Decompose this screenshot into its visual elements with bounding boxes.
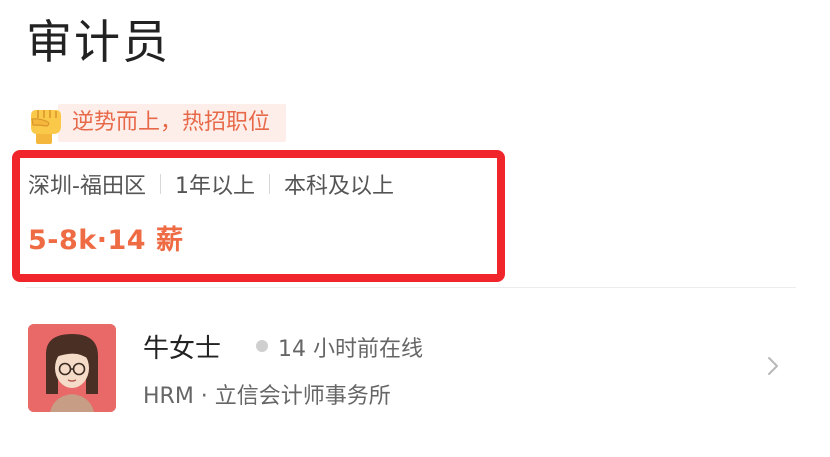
online-dot-icon	[256, 340, 268, 352]
chevron-right-icon[interactable]	[762, 352, 784, 380]
recruiter-name: 牛女士	[143, 334, 222, 364]
recruiter-card[interactable]: 牛女士 14 小时前在线 HRM · 立信会计师事务所	[0, 300, 830, 440]
raised-fist-icon	[31, 110, 61, 144]
job-title: 审计员	[26, 15, 170, 69]
job-education: 本科及以上	[283, 174, 394, 199]
promo-label: 逆势而上，热招职位	[58, 104, 287, 142]
avatar-illustration	[28, 324, 116, 412]
job-location: 深圳-福田区	[28, 174, 146, 199]
job-salary: 5-8k·14 薪	[28, 225, 184, 256]
avatar[interactable]	[28, 324, 116, 412]
job-detail-page: 审计员 逆势而上，热招职位 深圳-福田区 1年以上 本科及以上 5-8k·14 …	[0, 0, 830, 457]
job-meta-row: 深圳-福田区 1年以上 本科及以上	[28, 168, 394, 200]
section-divider	[26, 287, 796, 288]
meta-separator	[159, 174, 161, 194]
meta-separator	[268, 174, 270, 194]
online-status: 14 小时前在线	[278, 337, 423, 362]
job-experience: 1年以上	[174, 174, 255, 199]
recruiter-company: HRM · 立信会计师事务所	[143, 384, 391, 409]
promo-badge: 逆势而上，热招职位	[22, 100, 287, 146]
